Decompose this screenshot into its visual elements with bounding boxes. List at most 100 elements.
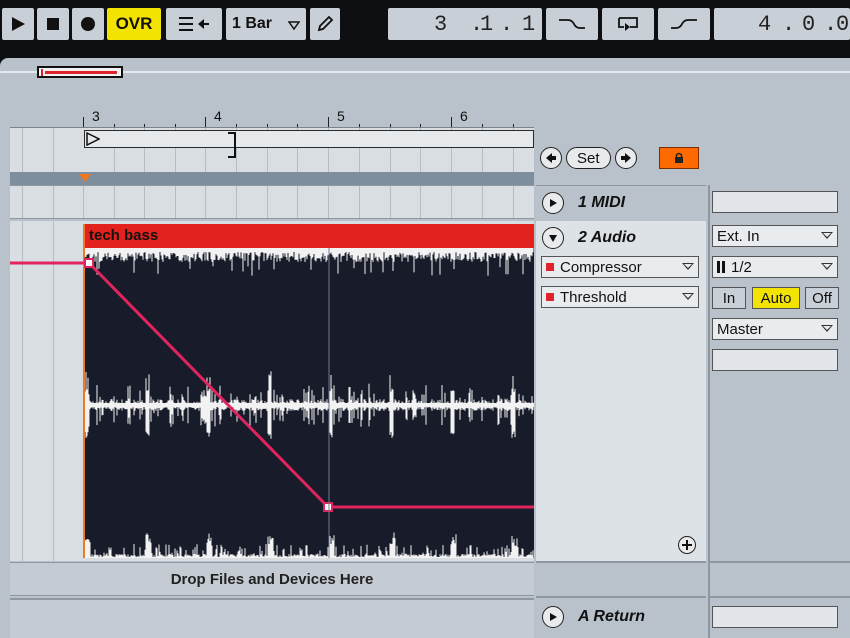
track-header-midi[interactable]: 1 MIDI [536,185,706,219]
punch-in-button[interactable] [546,8,598,40]
drop-zone[interactable]: Drop Files and Devices Here [10,562,534,596]
position-bar: 3 [434,11,448,37]
left-margin [0,221,10,638]
loop-length-field[interactable]: 4 . 0 . 0 [714,8,850,40]
triangle-right-icon [550,198,557,207]
ruler-subtick [359,124,360,127]
fold-button[interactable] [542,191,564,214]
loop-button[interactable] [602,8,654,40]
position-sixteenth: 1 [522,11,536,37]
chevron-down-icon [821,232,833,239]
play-button[interactable] [2,8,34,40]
device-label: Compressor [560,258,642,276]
grid-line [144,186,145,218]
input-type-label: Ext. In [717,227,760,245]
channel-icon [717,261,725,273]
chevron-down-icon [821,263,833,270]
midi-track-lane[interactable] [10,185,534,219]
previous-locator-button[interactable] [540,147,562,169]
punch-out-button[interactable] [658,8,710,40]
overview-bar[interactable] [0,58,850,86]
ruler-mark-4: 4 [214,108,222,124]
grid-line [420,186,421,218]
grid-line [451,186,452,218]
punch-in-icon [559,19,585,29]
set-locator-button[interactable]: Set [566,147,611,169]
grid-line [175,186,176,218]
ruler-subtick [390,124,391,127]
ruler-tick [83,117,84,127]
playhead-marker[interactable] [79,174,91,182]
grid-line [22,221,23,561]
grid-line [236,186,237,218]
track-header-return[interactable]: A Return [536,600,706,634]
output-chooser[interactable]: Master [712,318,838,340]
chevron-down-icon [682,263,694,270]
parameter-color-icon [546,293,554,301]
set-label: Set [577,149,600,167]
track-name-midi: 1 MIDI [578,193,626,211]
follow-button[interactable] [166,8,222,40]
lock-envelopes-button[interactable] [658,147,699,169]
beat-time-ruler[interactable]: 3 4 5 6 [10,108,534,128]
fold-button[interactable] [542,606,564,628]
stop-icon [47,18,59,30]
ruler-tick [451,117,452,127]
grid-line [513,186,514,218]
monitor-auto-button[interactable]: Auto [752,287,800,309]
ovr-label: OVR [115,14,153,33]
loop-end-marker[interactable] [228,132,236,158]
ruler-subtick [482,124,483,127]
device-chooser[interactable]: Compressor [541,256,699,278]
grid-line [53,128,54,172]
ruler-subtick [267,124,268,127]
monitor-auto-label: Auto [760,289,792,307]
input-type-chooser[interactable]: Ext. In [712,225,838,247]
start-marker-icon[interactable] [86,131,101,148]
device-color-icon [546,263,554,271]
return-track-lane[interactable] [10,598,534,638]
parameter-chooser[interactable]: Threshold [541,286,699,308]
input-channel-chooser[interactable]: 1/2 [712,256,838,278]
output-label: Master [717,320,763,338]
overview-clip-preview [45,71,117,74]
ruler-subtick [420,124,421,127]
track-header-audio[interactable]: 2 Audio [536,221,706,255]
divider [536,561,706,563]
next-locator-button[interactable] [614,147,637,169]
draw-mode-button[interactable] [310,8,340,40]
return-io-slot[interactable] [712,606,838,628]
fold-button[interactable] [542,227,564,249]
ruler-subtick [236,124,237,127]
record-button[interactable] [72,8,104,40]
add-automation-lane-button[interactable] [678,536,696,554]
loop-brace[interactable] [84,130,534,148]
stop-button[interactable] [37,8,69,40]
arrow-right-icon [620,153,631,163]
quantize-select[interactable]: 1 Bar [226,8,306,40]
divider [536,596,706,598]
loop-length-bar: 4 [758,11,772,37]
play-icon [12,17,25,31]
audio-clip-waveform[interactable] [85,248,534,558]
overview-position-tick [41,69,43,76]
ruler-tick [205,117,206,127]
monitor-in-button[interactable]: In [712,287,746,309]
input-channel-label: 1/2 [731,258,752,276]
grid-line [328,186,329,218]
follow-icon [179,17,209,31]
song-position-field[interactable]: 3 . 1 . 1 [388,8,542,40]
position-beat: 1 [480,11,494,37]
output-channel-slot[interactable] [712,349,838,371]
clip-title-bar[interactable]: tech bass [85,224,534,248]
record-icon [81,17,95,31]
loop-length-dot: . [782,11,796,37]
monitor-off-button[interactable]: Off [805,287,839,309]
ovr-button[interactable]: OVR [107,8,161,40]
grid-line [83,186,84,218]
grid-line [205,186,206,218]
pencil-icon [317,15,334,32]
overview-zoom-box[interactable] [37,66,123,78]
midi-io-slot[interactable] [712,191,838,213]
loop-bar[interactable] [10,128,534,172]
